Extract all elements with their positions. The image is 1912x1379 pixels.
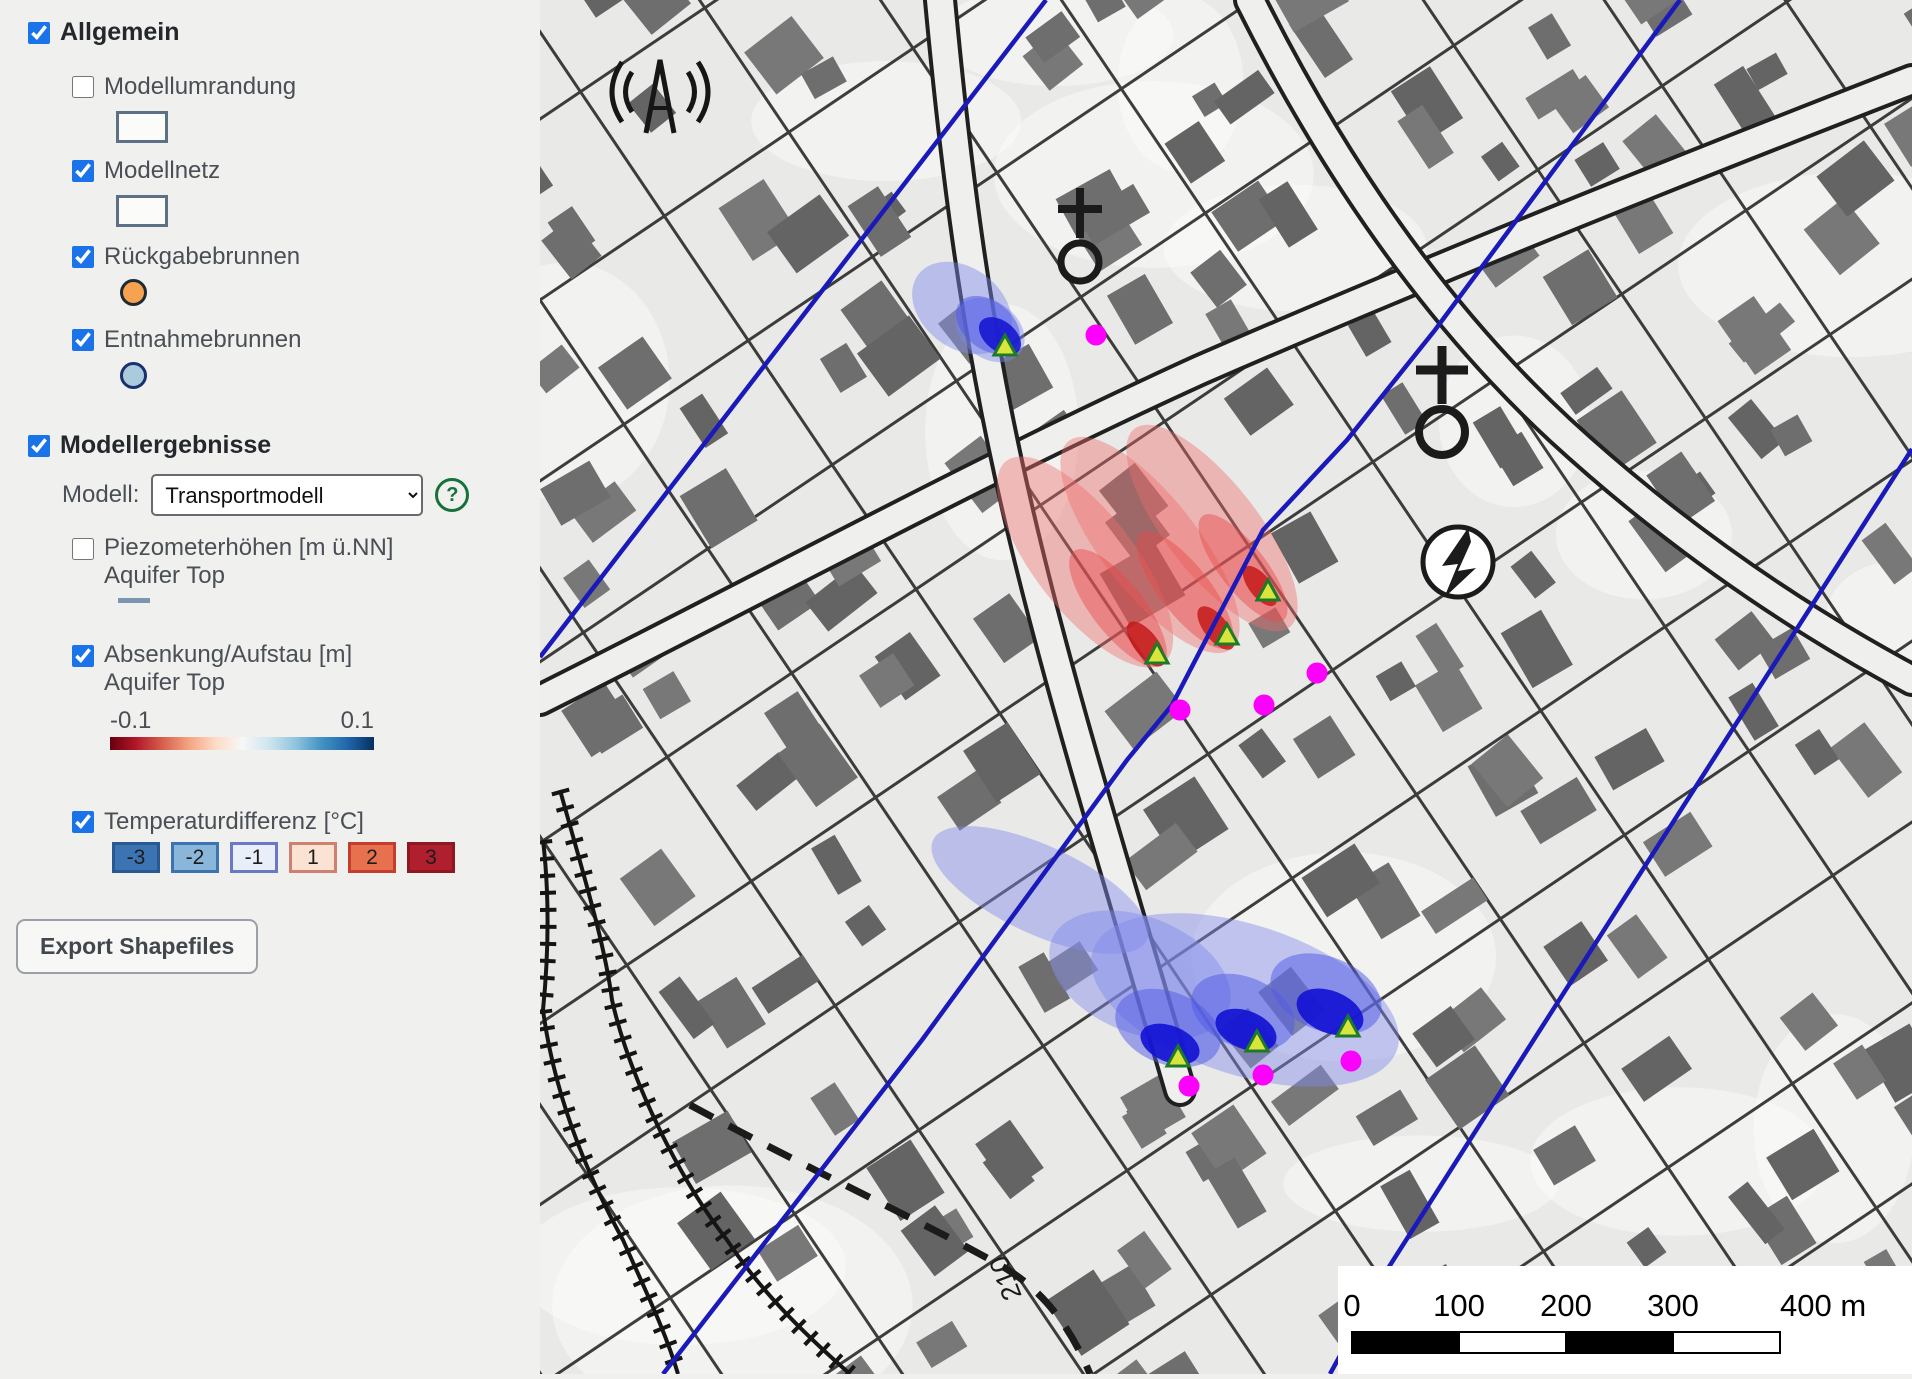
entnahmebrunnen-legend-swatch xyxy=(120,362,147,389)
observation-point-marker xyxy=(1086,325,1107,346)
group-modellergebnisse: Modellergebnisse xyxy=(28,431,540,460)
rueckgabebrunnen-legend-swatch xyxy=(120,279,147,306)
scalebar-tick-label: 0 xyxy=(1343,1288,1360,1323)
modellumrandung-legend-swatch xyxy=(116,111,168,143)
observation-point-marker xyxy=(1254,695,1275,716)
modellumrandung-checkbox[interactable] xyxy=(72,76,94,98)
layer-rueckgabebrunnen: Rückgabebrunnen xyxy=(72,243,540,271)
scalebar-tick-label: 100 xyxy=(1433,1288,1485,1323)
modellnetz-legend-swatch xyxy=(116,195,168,227)
basemap-layer xyxy=(540,0,1912,1374)
piezometerhoehen-checkbox[interactable] xyxy=(72,538,94,560)
temp-class-chip: 2 xyxy=(348,842,396,873)
layer-entnahmebrunnen: Entnahmebrunnen xyxy=(72,326,540,354)
model-select-row: Modell: Transportmodell ? xyxy=(62,474,540,516)
modellnetz-label: Modellnetz xyxy=(104,157,220,185)
scalebar-tick-label: 200 xyxy=(1540,1288,1592,1323)
modellnetz-checkbox[interactable] xyxy=(72,160,94,182)
layer-temperaturdifferenz: Temperaturdifferenz [°C] xyxy=(72,808,540,836)
observation-point-marker xyxy=(1341,1051,1362,1072)
layer-modellnetz: Modellnetz xyxy=(72,157,540,185)
allgemein-label: Allgemein xyxy=(60,18,179,47)
absenkung-checkbox[interactable] xyxy=(72,645,94,667)
rueckgabebrunnen-label: Rückgabebrunnen xyxy=(104,243,300,271)
layer-piezometerhoehen: Piezometerhöhen [m ü.NN] Aquifer Top xyxy=(72,534,540,590)
modellergebnisse-label: Modellergebnisse xyxy=(60,431,271,460)
export-shapefiles-button[interactable]: Export Shapefiles xyxy=(16,919,258,974)
gradient-min-label: -0.1 xyxy=(110,707,151,735)
observation-point-marker xyxy=(1253,1065,1274,1086)
map-canvas[interactable]: 210 xyxy=(540,0,1912,1374)
model-select-label: Modell: xyxy=(62,481,139,509)
temp-class-chip: -3 xyxy=(112,842,160,873)
allgemein-checkbox[interactable] xyxy=(28,22,50,44)
scalebar-tick-label: 400 m xyxy=(1780,1288,1866,1323)
absenkung-gradient-bar xyxy=(110,737,374,750)
absenkung-label: Absenkung/Aufstau [m] Aquifer Top xyxy=(104,641,352,697)
temp-class-chip: 1 xyxy=(289,842,337,873)
temp-class-chip: -1 xyxy=(230,842,278,873)
model-select[interactable]: Transportmodell xyxy=(151,474,423,516)
entnahmebrunnen-checkbox[interactable] xyxy=(72,329,94,351)
observation-point-marker xyxy=(1170,700,1191,721)
temperaturdifferenz-checkbox[interactable] xyxy=(72,811,94,833)
observation-point-marker xyxy=(1307,663,1328,684)
gradient-max-label: 0.1 xyxy=(341,707,374,735)
temperaturdifferenz-label: Temperaturdifferenz [°C] xyxy=(104,808,364,836)
power-station-icon xyxy=(1423,527,1493,598)
absenkung-gradient-labels: -0.1 0.1 xyxy=(110,707,374,735)
rueckgabebrunnen-checkbox[interactable] xyxy=(72,246,94,268)
map-svg: 210 xyxy=(540,0,1912,1374)
scalebar: 0 100 200 300 400 m xyxy=(1338,1266,1912,1374)
help-icon[interactable]: ? xyxy=(435,478,469,512)
layer-control-sidebar: Allgemein Modellumrandung Modellnetz Rüc… xyxy=(0,0,540,1374)
group-allgemein: Allgemein xyxy=(28,18,540,47)
observation-point-marker xyxy=(1179,1076,1200,1097)
piezometerhoehen-label: Piezometerhöhen [m ü.NN] Aquifer Top xyxy=(104,534,393,590)
piezometerhoehen-legend-line xyxy=(118,598,150,603)
layer-absenkung: Absenkung/Aufstau [m] Aquifer Top xyxy=(72,641,540,697)
modellergebnisse-checkbox[interactable] xyxy=(28,435,50,457)
temperature-legend-classes: -3 -2 -1 123 xyxy=(112,842,540,873)
temp-class-chip: -2 xyxy=(171,842,219,873)
scalebar-tick-label: 300 xyxy=(1647,1288,1699,1323)
temp-class-chip: 3 xyxy=(407,842,455,873)
modellumrandung-label: Modellumrandung xyxy=(104,73,296,101)
layer-modellumrandung: Modellumrandung xyxy=(72,73,540,101)
entnahmebrunnen-label: Entnahmebrunnen xyxy=(104,326,301,354)
